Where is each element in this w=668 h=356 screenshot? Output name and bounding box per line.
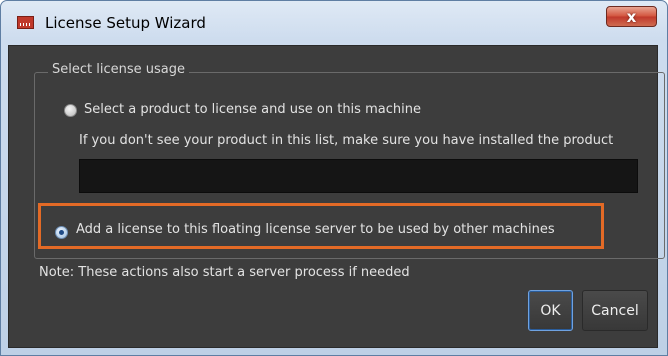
dialog-body: Select license usage Select a product to… <box>8 45 665 348</box>
product-hint-text: If you don't see your product in this li… <box>79 133 614 148</box>
close-button[interactable]: x <box>606 6 657 27</box>
floating-license-radio[interactable] <box>55 226 68 239</box>
note-text: Note: These actions also start a server … <box>39 265 410 280</box>
window-title: License Setup Wizard <box>45 14 206 32</box>
group-legend: Select license usage <box>48 62 189 77</box>
product-radio[interactable] <box>64 104 77 117</box>
ok-button[interactable]: OK <box>528 290 573 331</box>
cancel-button[interactable]: Cancel <box>582 290 648 331</box>
title-bar[interactable]: License Setup Wizard x <box>1 1 667 45</box>
floating-license-radio-label[interactable]: Add a license to this floating license s… <box>76 222 555 237</box>
app-icon <box>17 16 34 29</box>
product-radio-label[interactable]: Select a product to license and use on t… <box>84 102 421 117</box>
close-icon: x <box>626 7 637 26</box>
product-list[interactable] <box>79 159 638 193</box>
